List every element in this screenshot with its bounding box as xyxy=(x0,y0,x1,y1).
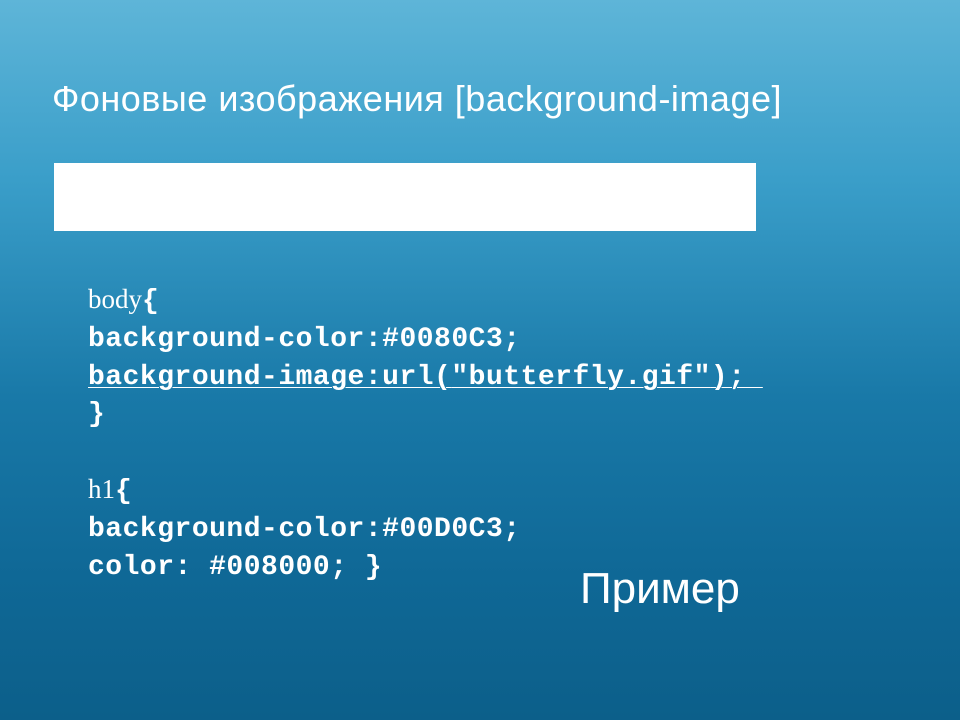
selector-h1: h1 xyxy=(88,474,115,504)
code-line-3: background-image:url("butterfly.gif"); xyxy=(88,359,763,397)
brace-open-1: { xyxy=(142,286,159,317)
code-line-3-part3: ); xyxy=(711,362,746,393)
white-bar-placeholder xyxy=(54,163,756,231)
code-line-4: } xyxy=(88,396,763,434)
code-line-3-part2: "butterfly.gif" xyxy=(451,362,711,393)
code-spacer xyxy=(88,434,763,470)
code-line-3-part1: background-image:url( xyxy=(88,362,451,393)
brace-open-2: { xyxy=(115,476,132,507)
selector-body: body xyxy=(88,284,142,314)
code-line-5: h1{ xyxy=(88,470,763,511)
code-line-2: background-color:#0080C3; xyxy=(88,321,763,359)
slide-container: Фоновые изображения [background-image] b… xyxy=(0,0,960,720)
code-line-1: body{ xyxy=(88,280,763,321)
code-line-6: background-color:#00D0C3; xyxy=(88,511,763,549)
code-block: body{ background-color:#0080C3; backgrou… xyxy=(88,280,763,587)
example-label: Пример xyxy=(580,564,740,614)
slide-title: Фоновые изображения [background-image] xyxy=(52,78,782,120)
